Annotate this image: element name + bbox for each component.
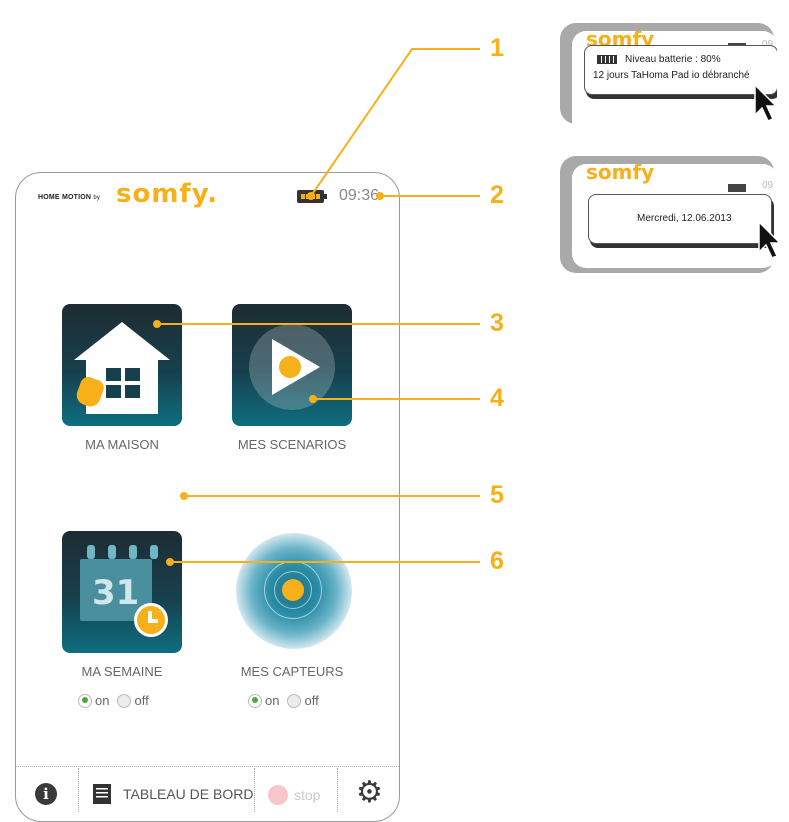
callout-number-1: 1: [490, 34, 504, 62]
battery-level-text: Niveau batterie : 80%: [625, 54, 721, 65]
callout-dot-1: [307, 192, 315, 200]
inset-battery-icon: [728, 184, 746, 192]
callout-number-2: 2: [490, 181, 504, 209]
callout-number-4: 4: [490, 384, 504, 412]
date-text: Mercredi, 12.06.2013: [637, 213, 732, 224]
callout-number-5: 5: [490, 481, 504, 509]
inset-time: 09: [762, 180, 774, 191]
callout-dot-3: [153, 320, 161, 328]
tooltip-battery-icon: [597, 55, 617, 64]
battery-days-text: 12 jours TaHoma Pad io débranché: [593, 70, 750, 81]
callout-dot-6: [166, 558, 174, 566]
callout-dot-5: [180, 492, 188, 500]
callout-line-1: [310, 48, 480, 197]
cursor-arrow-icon: [758, 220, 782, 259]
date-zoom-inset: somfy 09 Mercredi, 12.06.2013: [560, 156, 782, 273]
callout-dot-4: [309, 395, 317, 403]
battery-zoom-inset: somfy 09 Niveau batterie : 80% 12 jours …: [560, 23, 778, 135]
callout-number-3: 3: [490, 309, 504, 337]
battery-tooltip: Niveau batterie : 80% 12 jours TaHoma Pa…: [584, 45, 777, 95]
inset-somfy-logo: somfy: [586, 164, 655, 184]
cursor-arrow-icon: [754, 83, 778, 122]
date-tooltip: Mercredi, 12.06.2013: [588, 194, 772, 244]
callout-dot-2: [376, 192, 384, 200]
callout-number-6: 6: [490, 547, 504, 575]
